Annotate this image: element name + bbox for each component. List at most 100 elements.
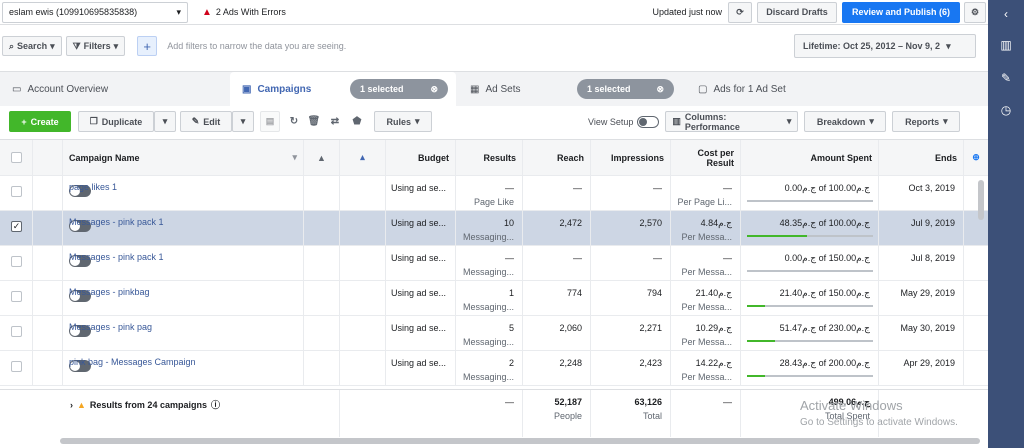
campaign-name-link[interactable]: Messages - pink pack 1: [69, 217, 164, 227]
table-row[interactable]: Messages - pinkbag Using ad se... 1 Messagi…: [0, 281, 988, 316]
filter-icon: ⧩: [72, 40, 81, 51]
create-label: Create: [30, 116, 59, 127]
spent-value: 0.00ج.م of 100.00ج.م: [784, 183, 870, 193]
create-button[interactable]: + Create: [9, 111, 71, 132]
columns-label: Columns: Performance: [684, 111, 740, 132]
row-checkbox[interactable]: [11, 186, 22, 197]
filters-button[interactable]: ⧩ Filters ▾: [65, 36, 126, 56]
account-selector[interactable]: eslam ewis (109910695835838) ▾: [2, 1, 188, 23]
cpr-type: Per Page Li...: [677, 197, 732, 207]
horizontal-scrollbar[interactable]: [60, 438, 980, 444]
duplicate-button[interactable]: ❐ Duplicate: [78, 111, 154, 132]
header-sort[interactable]: ▴: [340, 140, 386, 175]
reach-value: 2,248: [559, 358, 582, 368]
spend-progress-fill: [747, 340, 775, 342]
header-cost-per-result[interactable]: Cost per Result: [671, 140, 741, 175]
table-row[interactable]: ✓ Messages - pink pack 1 Using ad se... 10 M…: [0, 211, 988, 246]
header-budget[interactable]: Budget: [386, 140, 456, 175]
view-setup-toggle[interactable]: [637, 115, 660, 128]
updated-status: Updated just now: [652, 7, 722, 17]
campaign-name-link[interactable]: page likes 1: [69, 182, 117, 192]
ads-errors-label: 2 Ads With Errors: [215, 7, 286, 17]
table-row[interactable]: pink bag - Messages Campaign Using ad se.…: [0, 351, 988, 386]
results-value: —: [505, 253, 514, 263]
spent-value: 0.00ج.م of 150.00ج.م: [784, 253, 870, 263]
collapse-button[interactable]: ‹: [994, 2, 1018, 26]
vertical-scrollbar[interactable]: [978, 180, 984, 220]
cpr-value: 10.29ج.م: [695, 323, 732, 333]
discard-drafts-button[interactable]: Discard Drafts: [757, 1, 837, 23]
budget-value[interactable]: Using ad se...: [391, 358, 446, 368]
ends-value: Oct 3, 2019: [908, 183, 955, 193]
refresh-button[interactable]: ⟳: [728, 1, 752, 23]
row-checkbox[interactable]: [11, 291, 22, 302]
header-impressions[interactable]: Impressions: [591, 140, 671, 175]
spend-progress-bar: [747, 375, 873, 377]
edit-dropdown[interactable]: ▾: [232, 111, 254, 132]
close-icon[interactable]: ⊗: [430, 84, 438, 95]
results-type: Messaging...: [462, 337, 514, 347]
budget-value[interactable]: Using ad se...: [391, 253, 446, 263]
date-range-label: Lifetime: Oct 25, 2012 – Nov 9, 2: [803, 41, 941, 51]
delete-button[interactable]: 🗑: [304, 111, 324, 132]
row-checkbox[interactable]: [11, 361, 22, 372]
folder-icon: ▣: [242, 84, 252, 95]
table-row[interactable]: Messages - pink pag Using ad se... 5 Messag…: [0, 316, 988, 351]
budget-value[interactable]: Using ad se...: [391, 288, 446, 298]
settings-button[interactable]: ⚙: [964, 1, 986, 23]
campaign-name-link[interactable]: Messages - pink pag: [69, 322, 152, 332]
account-overview-icon: ▭: [12, 84, 22, 95]
tab-account-overview[interactable]: ▭ Account Overview: [0, 72, 228, 107]
search-button[interactable]: ⌕ Search ▾: [2, 36, 62, 56]
refresh-icon: ⟳: [736, 6, 744, 17]
chevron-down-icon: ▾: [240, 116, 246, 126]
cpr-type: Per Messa...: [681, 372, 732, 382]
duplicate-dropdown[interactable]: ▾: [154, 111, 176, 132]
header-reach[interactable]: Reach: [523, 140, 591, 175]
rules-button[interactable]: Rules ▾: [374, 111, 432, 132]
row-checkbox[interactable]: [11, 326, 22, 337]
ads-errors-link[interactable]: ▲ 2 Ads With Errors: [202, 7, 286, 18]
ad-sets-selected-pill[interactable]: 1 selected ⊗: [577, 79, 674, 99]
chevron-down-icon: ▾: [946, 40, 951, 51]
select-all-checkbox[interactable]: [11, 152, 22, 163]
add-filter-button[interactable]: +: [137, 36, 158, 56]
columns-button[interactable]: ▥ Columns: Performance ▾: [665, 111, 799, 132]
restore-button[interactable]: ↻: [284, 111, 304, 132]
review-publish-button[interactable]: Review and Publish (6): [842, 1, 960, 23]
edit-panel-button[interactable]: ✎: [994, 66, 1018, 90]
campaign-name-link[interactable]: Messages - pinkbag: [69, 287, 150, 297]
export-button[interactable]: ⇄: [324, 111, 346, 132]
header-delivery[interactable]: ▲: [304, 140, 340, 175]
header-results[interactable]: Results: [456, 140, 523, 175]
breakdown-button[interactable]: Breakdown ▾: [804, 111, 887, 132]
table-row[interactable]: page likes 1 Using ad se... — Page Like — — — P…: [0, 176, 988, 211]
ab-test-button[interactable]: ▤: [260, 111, 280, 132]
header-campaign-name[interactable]: Campaign Name ▾: [63, 140, 304, 175]
campaigns-selected-pill[interactable]: 1 selected ⊗: [350, 79, 448, 99]
budget-value[interactable]: Using ad se...: [391, 323, 446, 333]
plus-icon: +: [143, 38, 151, 54]
close-icon[interactable]: ⊗: [656, 84, 664, 95]
spend-progress-fill: [747, 305, 765, 307]
campaign-name-link[interactable]: pink bag - Messages Campaign: [69, 357, 196, 367]
budget-value[interactable]: Using ad se...: [391, 183, 446, 193]
reports-button[interactable]: Reports ▾: [892, 111, 961, 132]
date-range-picker[interactable]: Lifetime: Oct 25, 2012 – Nov 9, 2 ▾: [794, 34, 976, 58]
header-amount-spent[interactable]: Amount Spent: [741, 140, 879, 175]
header-ends[interactable]: Ends: [879, 140, 964, 175]
charts-button[interactable]: ▥: [994, 33, 1018, 57]
filter-placeholder[interactable]: Add filters to narrow the data you are s…: [167, 41, 346, 51]
tab-ads[interactable]: ▢ Ads for 1 Ad Set: [686, 72, 912, 107]
row-checkbox[interactable]: ✓: [11, 221, 22, 232]
add-column-button[interactable]: ⊕: [964, 140, 988, 175]
budget-value[interactable]: Using ad se...: [391, 218, 446, 228]
edit-button[interactable]: ✎ Edit: [180, 111, 232, 132]
table-row[interactable]: Messages - pink pack 1 Using ad se... — Mes…: [0, 246, 988, 281]
campaign-name-link[interactable]: Messages - pink pack 1: [69, 252, 164, 262]
impressions-value: 2,423: [639, 358, 662, 368]
export-icon: ⇄: [330, 116, 340, 127]
tag-button[interactable]: ⬟: [346, 111, 368, 132]
row-checkbox[interactable]: [11, 256, 22, 267]
history-button[interactable]: ◷: [994, 98, 1018, 122]
